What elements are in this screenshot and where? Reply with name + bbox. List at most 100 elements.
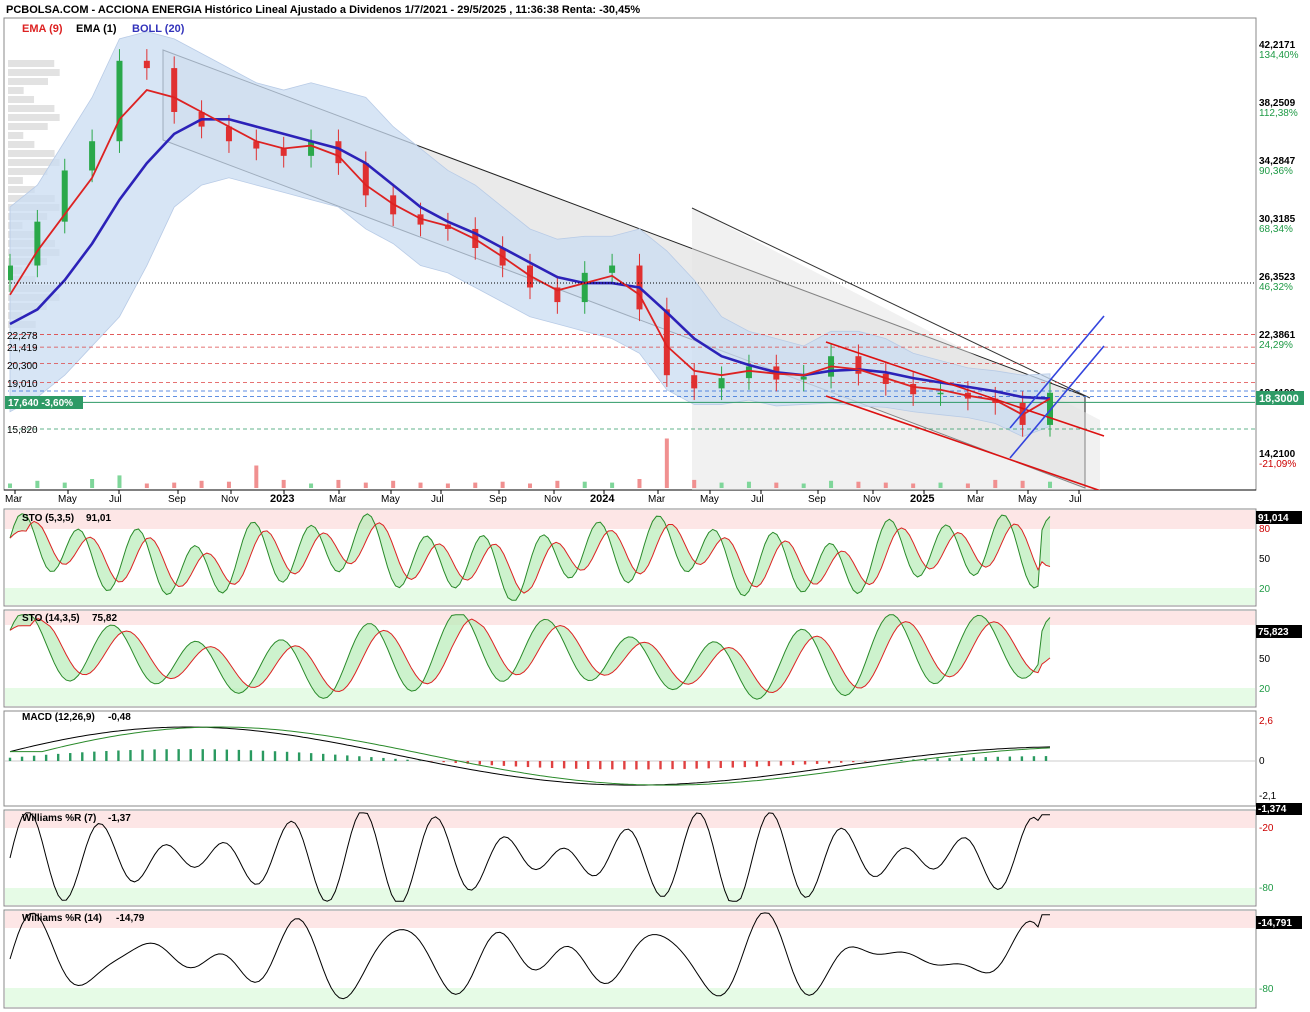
svg-text:-14,791: -14,791 [1258,918,1292,929]
macd-hist [562,761,566,769]
volume-bar [90,479,95,488]
macd-hist [984,757,987,761]
volume-bar [829,480,834,488]
macd-hist [888,760,891,761]
svg-text:21,419: 21,419 [7,343,38,354]
volume-bar [8,483,12,488]
svg-text:20: 20 [1259,684,1271,695]
x-tick-label: Sep [489,494,507,505]
macd-hist [960,757,963,761]
svg-text:-80: -80 [1259,984,1274,995]
macd-hist [478,761,482,765]
volume-bar [35,480,40,488]
macd-hist [948,758,951,761]
current-price-tag: 18,3000 [1259,393,1299,405]
x-tick-label: Nov [863,494,881,505]
x-tick-label: May [1018,494,1037,505]
volume-bar [500,481,505,488]
macd-hist [526,761,530,768]
macd-hist [755,761,759,767]
candle-body [171,68,178,112]
volume-bar [993,479,998,488]
macd-hist [382,757,385,761]
macd-hist [502,761,506,766]
macd-hist [1020,756,1024,761]
macd-hist [791,761,795,766]
svg-text:-14,79: -14,79 [116,913,145,924]
macd-hist [105,751,108,761]
macd-hist [20,756,24,761]
volume-bar [801,483,806,488]
svg-text:80: 80 [1259,524,1271,535]
x-tick-label: May [700,494,719,505]
x-tick-label: Sep [168,494,186,505]
macd-hist [201,749,204,761]
macd-hist [309,753,313,761]
svg-text:50: 50 [1259,554,1271,565]
volume-bar [883,482,888,488]
volume-profile-bar [8,78,48,85]
candle-body [143,60,150,69]
volume-bar [391,480,396,488]
svg-text:15,820: 15,820 [7,425,38,436]
volume-bar [281,479,286,488]
macd-hist [587,761,590,769]
macd-hist [297,752,301,761]
macd-hist [599,761,602,770]
svg-text:75,823: 75,823 [1258,627,1289,638]
volume-bar [692,479,697,488]
candle-body [116,60,123,142]
macd-hist [707,761,710,769]
volume-bar [445,483,450,488]
candle-body [855,356,862,374]
x-tick-label: Sep [808,494,826,505]
macd-hist [346,755,349,761]
macd-hist [490,761,494,766]
svg-text:-20: -20 [1259,823,1274,834]
macd-hist [719,761,722,768]
svg-text:-2,1: -2,1 [1259,791,1277,802]
macd-hist [69,753,72,761]
volume-bar [555,480,560,488]
x-tick-label: Nov [544,494,562,505]
macd-hist [767,761,771,767]
volume-bar [938,482,943,488]
volume-bar [582,481,587,488]
x-tick-label: 2023 [270,493,294,505]
macd-hist [44,754,48,761]
svg-text:2,6: 2,6 [1259,716,1273,727]
macd-hist [153,749,156,761]
macd-hist [743,761,747,768]
macd-hist [165,749,168,761]
volume-profile-bar [8,123,48,130]
x-tick-label: May [58,494,77,505]
volume-profile-bar [8,96,35,103]
macd-hist [659,761,662,770]
macd-hist [225,749,229,761]
candle-body [937,392,944,395]
chart-title: PCBOLSA.COM - ACCIONA ENERGIA Histórico … [6,4,640,16]
x-axis: Mar May Jul Sep Nov 2023 Mar May Jul Sep Nov 2024 Ma… [5,490,1082,505]
svg-text:91,01: 91,01 [86,513,111,524]
svg-text:STO (5,3,5): STO (5,3,5) [22,513,74,524]
reference-tag: 17,640 -3,60% [8,398,73,409]
volume-profile-bar [8,60,55,67]
candle-body [800,376,807,380]
macd-hist [285,751,289,761]
svg-text:90,36%: 90,36% [1259,166,1293,177]
macd-hist [550,761,554,769]
volume-profile-bar [8,114,60,121]
macd-hist [900,759,903,761]
volume-profile-bar [8,105,55,112]
candle-body [89,141,96,171]
svg-text:Williams %R (7): Williams %R (7) [22,813,96,824]
volume-bar [226,481,231,488]
volume-bar [610,482,615,488]
volume-bar [719,482,724,488]
macd-hist [864,761,867,762]
x-tick-label: Mar [648,494,666,505]
volume-bar [199,480,204,488]
candle-body [34,221,41,266]
svg-text:75,82: 75,82 [92,613,117,624]
volume-bar [117,475,122,488]
